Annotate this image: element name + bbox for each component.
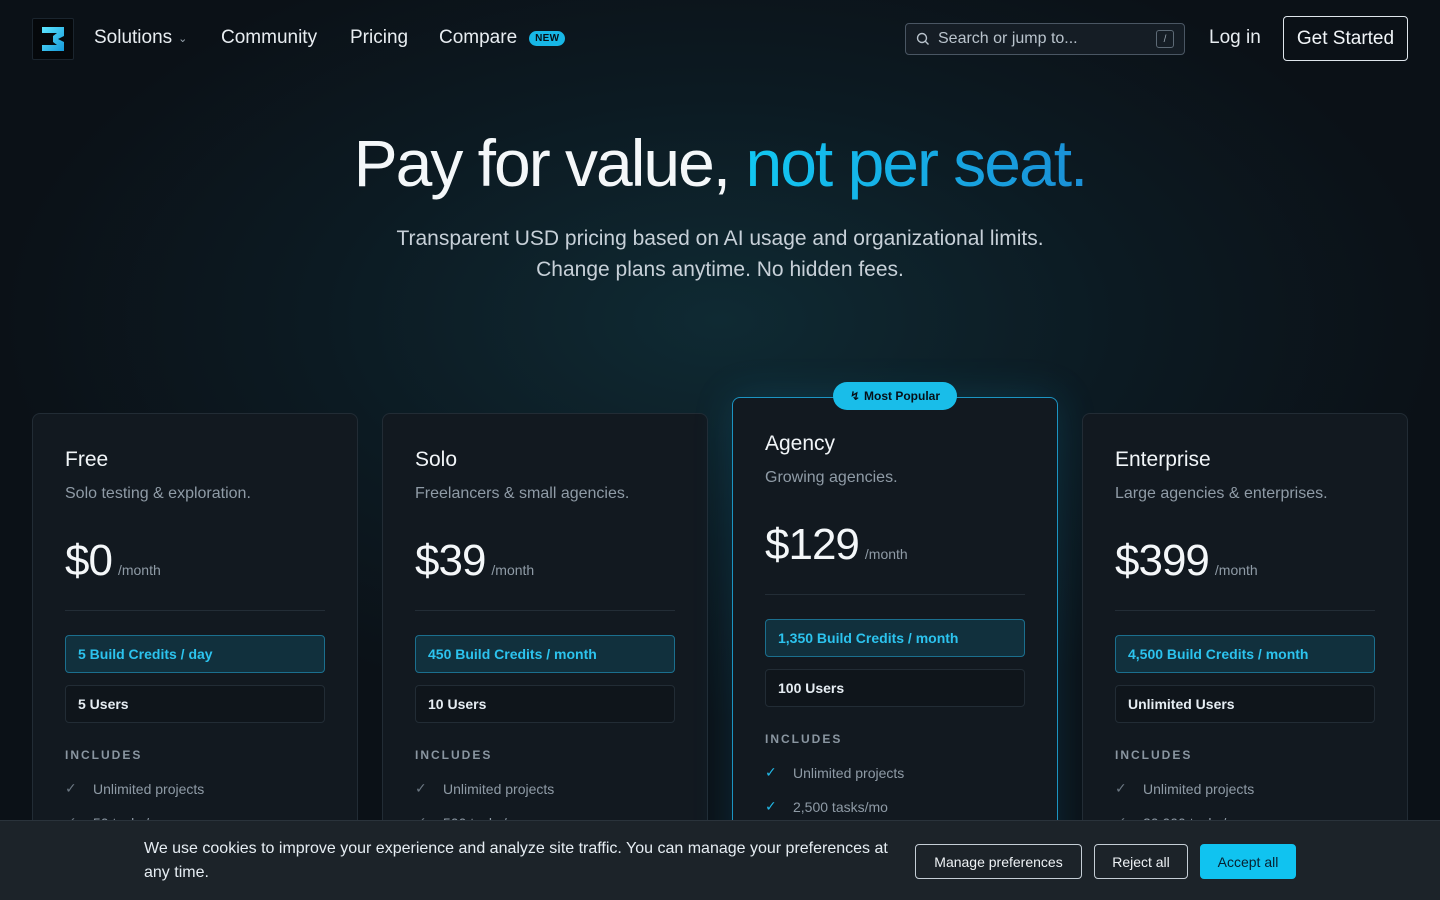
search-input[interactable]: [938, 30, 1138, 48]
nav-community[interactable]: Community: [221, 27, 317, 49]
plan-users: 5 Users: [65, 685, 325, 723]
plan-period: /month: [491, 562, 535, 578]
chevron-down-icon: ⌄: [178, 32, 188, 45]
plan-price: $129: [765, 520, 860, 569]
nav-community-label: Community: [221, 27, 318, 48]
check-icon: ✓: [1115, 780, 1127, 796]
title-main: Pay for value,: [353, 126, 746, 200]
search-icon: [916, 32, 929, 45]
plan-period: /month: [1214, 562, 1258, 578]
feature-label: Unlimited projects: [793, 764, 905, 781]
manage-preferences-button[interactable]: Manage preferences: [915, 844, 1082, 879]
plan-name: Solo: [415, 448, 458, 471]
plan-name: Free: [65, 448, 109, 471]
nav-compare[interactable]: Compare NEW: [439, 27, 566, 49]
get-started-button[interactable]: Get Started: [1283, 16, 1408, 61]
plan-price-row: $399 /month: [1115, 536, 1258, 586]
feature-item: ✓ 2,500 tasks/mo: [765, 798, 888, 815]
plan-credits: 4,500 Build Credits / month: [1115, 635, 1375, 673]
plan-credits: 5 Build Credits / day: [65, 635, 325, 673]
plan-price: $399: [1115, 536, 1210, 585]
brand-logo[interactable]: [32, 18, 74, 60]
plan-period: /month: [117, 562, 161, 578]
includes-heading: INCLUDES: [765, 732, 843, 746]
plan-users: Unlimited Users: [1115, 685, 1375, 723]
subtitle-line-1: Transparent USD pricing based on AI usag…: [396, 227, 1044, 250]
plan-description: Large agencies & enterprises.: [1115, 485, 1328, 502]
feature-item: ✓ Unlimited projects: [1115, 780, 1254, 797]
most-popular-badge: ↯ Most Popular: [833, 382, 957, 410]
feature-item: ✓ Unlimited projects: [65, 780, 204, 797]
reject-all-button[interactable]: Reject all: [1094, 844, 1188, 879]
search-shortcut-hint: /: [1156, 30, 1174, 48]
plan-description: Growing agencies.: [765, 469, 898, 486]
nav-solutions[interactable]: Solutions ⌄: [94, 27, 187, 49]
top-navigation: Solutions ⌄ Community Pricing Compare NE…: [0, 0, 1440, 80]
accept-all-button[interactable]: Accept all: [1200, 844, 1296, 879]
feature-label: Unlimited projects: [93, 780, 205, 797]
new-badge: NEW: [529, 30, 566, 46]
plan-period: /month: [864, 546, 908, 562]
feature-label: 2,500 tasks/mo: [793, 798, 888, 815]
divider: [765, 594, 1025, 595]
divider: [65, 610, 325, 611]
plan-description: Solo testing & exploration.: [65, 485, 251, 502]
plan-price: $0: [65, 536, 113, 585]
check-icon: ✓: [65, 780, 77, 796]
includes-heading: INCLUDES: [1115, 748, 1193, 762]
search-box[interactable]: /: [905, 23, 1185, 55]
plan-description: Freelancers & small agencies.: [415, 485, 630, 502]
plan-price-row: $0 /month: [65, 536, 161, 586]
plan-price-row: $39 /month: [415, 536, 534, 586]
plan-card-agency: Agency Growing agencies. $129 /month 1,3…: [732, 397, 1058, 893]
page-title: Pay for value, not per seat.: [0, 125, 1440, 201]
nav-compare-label: Compare: [439, 27, 518, 48]
plan-users: 10 Users: [415, 685, 675, 723]
includes-heading: INCLUDES: [65, 748, 143, 762]
page-subtitle: Transparent USD pricing based on AI usag…: [0, 223, 1440, 285]
feature-item: ✓ Unlimited projects: [765, 764, 904, 781]
plan-price-row: $129 /month: [765, 520, 908, 570]
feature-label: Unlimited projects: [1143, 780, 1255, 797]
plan-credits: 1,350 Build Credits / month: [765, 619, 1025, 657]
plan-credits: 450 Build Credits / month: [415, 635, 675, 673]
nav-pricing-label: Pricing: [350, 27, 409, 48]
nav-pricing[interactable]: Pricing: [350, 27, 408, 49]
includes-heading: INCLUDES: [415, 748, 493, 762]
feature-item: ✓ Unlimited projects: [415, 780, 554, 797]
brand-logo-icon: [42, 27, 64, 51]
cookie-message: We use cookies to improve your experienc…: [144, 840, 888, 881]
check-icon: ✓: [765, 764, 777, 780]
divider: [1115, 610, 1375, 611]
plan-users: 100 Users: [765, 669, 1025, 707]
subtitle-line-2: Change plans anytime. No hidden fees.: [536, 258, 904, 281]
divider: [415, 610, 675, 611]
plan-price: $39: [415, 536, 486, 585]
nav-solutions-label: Solutions: [94, 27, 173, 48]
most-popular-label: Most Popular: [864, 389, 941, 403]
feature-label: Unlimited projects: [443, 780, 555, 797]
check-icon: ✓: [765, 798, 777, 814]
check-icon: ✓: [415, 780, 427, 796]
title-accent: not per seat.: [745, 126, 1088, 200]
lightning-icon: ↯: [849, 389, 861, 403]
cookie-banner: We use cookies to improve your experienc…: [0, 820, 1440, 900]
plan-name: Enterprise: [1115, 448, 1211, 471]
login-link[interactable]: Log in: [1209, 27, 1261, 49]
plan-name: Agency: [765, 432, 836, 455]
